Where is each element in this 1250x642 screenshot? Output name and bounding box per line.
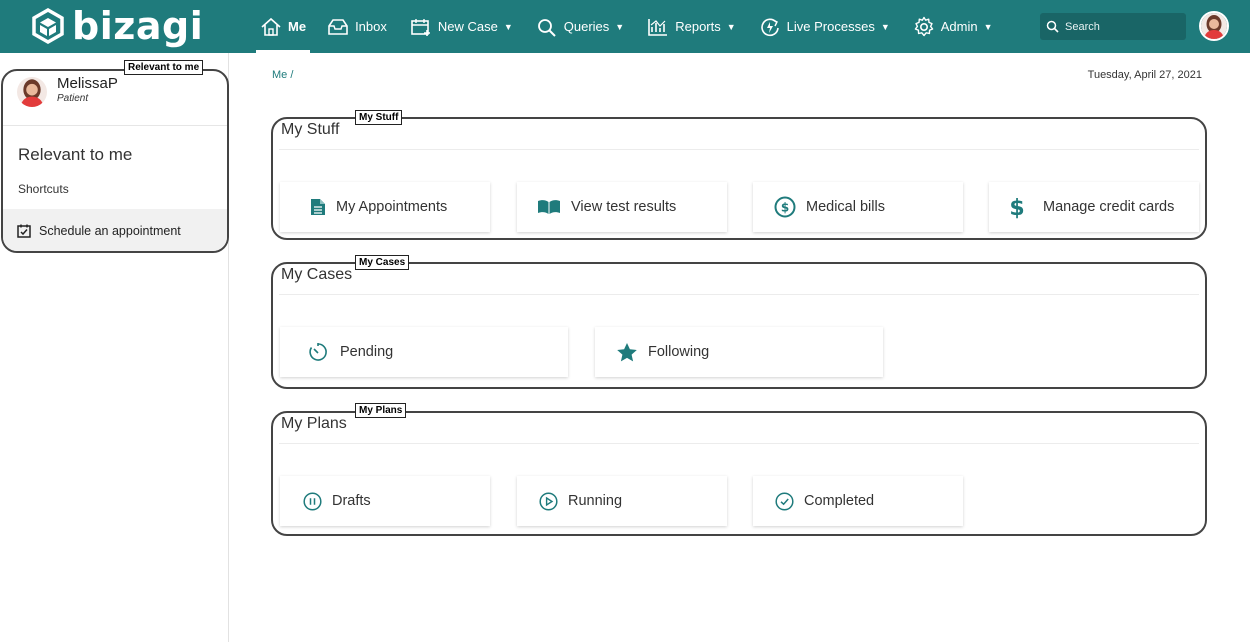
calendar-check-icon <box>17 224 31 238</box>
card-label: Completed <box>804 493 875 509</box>
card-medical-bills[interactable]: $ Medical bills <box>753 182 963 232</box>
pause-circle-icon <box>303 491 322 511</box>
nav-live-processes[interactable]: Live Processes ▼ <box>756 0 893 53</box>
avatar-image <box>17 77 47 107</box>
top-navigation-bar: bizagi Me Inbox New Case ▼ Queries ▼ Rep… <box>0 0 1250 53</box>
card-label: Running <box>568 493 623 509</box>
chevron-down-icon: ▼ <box>983 21 993 32</box>
open-book-icon <box>538 200 560 214</box>
home-icon <box>261 17 281 36</box>
annotation-tag-my-plans: My Plans <box>355 403 407 418</box>
chevron-down-icon: ▼ <box>726 21 736 32</box>
play-circle-icon <box>539 491 558 511</box>
bizagi-logo-text: bizagi <box>72 4 204 48</box>
card-completed[interactable]: Completed <box>753 476 963 526</box>
user-role: Patient <box>57 93 89 104</box>
chevron-down-icon: ▼ <box>615 21 625 32</box>
current-date: Tuesday, April 27, 2021 <box>1087 69 1202 81</box>
reports-chart-icon <box>648 18 668 36</box>
nav-admin[interactable]: Admin ▼ <box>910 0 996 53</box>
nav-queries[interactable]: Queries ▼ <box>533 0 627 53</box>
search-box[interactable] <box>1040 13 1186 40</box>
card-label: Pending <box>340 344 394 360</box>
card-label: Manage credit cards <box>1043 199 1175 215</box>
sidebar-item-schedule-appointment[interactable]: Schedule an appointment <box>3 209 227 251</box>
section-divider <box>279 149 1199 150</box>
search-input[interactable] <box>1065 20 1175 33</box>
dollar-circle-icon: $ <box>774 196 796 218</box>
section-title: My Cases <box>281 266 353 283</box>
new-case-icon <box>411 18 430 36</box>
main-nav: Me Inbox New Case ▼ Queries ▼ Reports ▼ … <box>256 0 1013 53</box>
bizagi-logo[interactable]: bizagi <box>32 5 203 47</box>
card-manage-credit-cards[interactable]: $ Manage credit cards <box>989 182 1199 232</box>
nav-inbox-label: Inbox <box>355 19 387 34</box>
card-drafts[interactable]: Drafts <box>280 476 490 526</box>
card-label: My Appointments <box>336 199 448 215</box>
document-icon <box>311 199 325 215</box>
sidebar-heading: Relevant to me <box>18 145 133 164</box>
section-my-stuff: My Stuff My Appointments View test resul… <box>271 117 1207 240</box>
nav-new-case[interactable]: New Case ▼ <box>407 0 516 53</box>
nav-inbox[interactable]: Inbox <box>324 0 390 53</box>
dollar-sign-icon: $ <box>1009 196 1024 219</box>
card-label: View test results <box>571 199 677 215</box>
chevron-down-icon: ▼ <box>503 21 513 32</box>
nav-admin-label: Admin <box>940 19 978 34</box>
section-my-cases: My Cases Pending Following <box>271 262 1207 389</box>
card-my-appointments[interactable]: My Appointments <box>280 182 490 232</box>
card-label: Drafts <box>332 493 371 509</box>
sidebar-divider <box>3 125 227 126</box>
live-processes-icon <box>760 18 779 36</box>
relevant-to-me-panel: MelissaP Patient Relevant to me Shortcut… <box>1 69 229 253</box>
user-profile: MelissaP Patient <box>17 75 118 107</box>
section-divider <box>279 443 1199 444</box>
nav-me-label: Me <box>288 19 307 34</box>
bizagi-logo-icon <box>32 8 64 44</box>
card-view-test-results[interactable]: View test results <box>517 182 727 232</box>
sidebar-avatar <box>17 77 47 107</box>
card-pending[interactable]: Pending <box>280 327 568 377</box>
section-title: My Plans <box>281 415 347 432</box>
card-label: Following <box>648 344 710 360</box>
svg-text:$: $ <box>1009 196 1024 219</box>
user-name: MelissaP <box>57 75 118 92</box>
svg-text:$: $ <box>781 201 789 215</box>
user-avatar-image <box>1201 13 1227 39</box>
user-avatar[interactable] <box>1199 11 1229 41</box>
magnifier-icon <box>537 18 556 37</box>
annotation-tag-my-stuff: My Stuff <box>355 110 403 125</box>
nav-new-case-label: New Case <box>437 19 498 34</box>
nav-reports[interactable]: Reports ▼ <box>644 0 738 53</box>
section-divider <box>279 294 1199 295</box>
card-label: Medical bills <box>806 199 885 215</box>
card-running[interactable]: Running <box>517 476 727 526</box>
timer-icon <box>309 343 327 361</box>
inbox-icon <box>328 18 348 35</box>
annotation-tag-relevant-to-me: Relevant to me <box>124 60 204 75</box>
section-title: My Stuff <box>281 121 340 138</box>
nav-reports-label: Reports <box>675 19 721 34</box>
nav-live-processes-label: Live Processes <box>786 19 875 34</box>
shortcuts-label: Shortcuts <box>18 182 69 196</box>
section-my-plans: My Plans Drafts Running Completed <box>271 411 1207 536</box>
breadcrumb[interactable]: Me / <box>272 69 293 81</box>
card-following[interactable]: Following <box>595 327 883 377</box>
annotation-tag-my-cases: My Cases <box>355 255 410 270</box>
search-icon <box>1046 20 1059 33</box>
chevron-down-icon: ▼ <box>880 21 890 32</box>
gear-icon <box>914 16 934 36</box>
check-circle-icon <box>775 491 794 511</box>
sidebar-item-label: Schedule an appointment <box>39 224 181 238</box>
nav-me[interactable]: Me <box>256 0 311 53</box>
sidebar: MelissaP Patient Relevant to me Shortcut… <box>0 53 229 642</box>
nav-queries-label: Queries <box>563 19 610 34</box>
star-icon <box>617 342 637 361</box>
